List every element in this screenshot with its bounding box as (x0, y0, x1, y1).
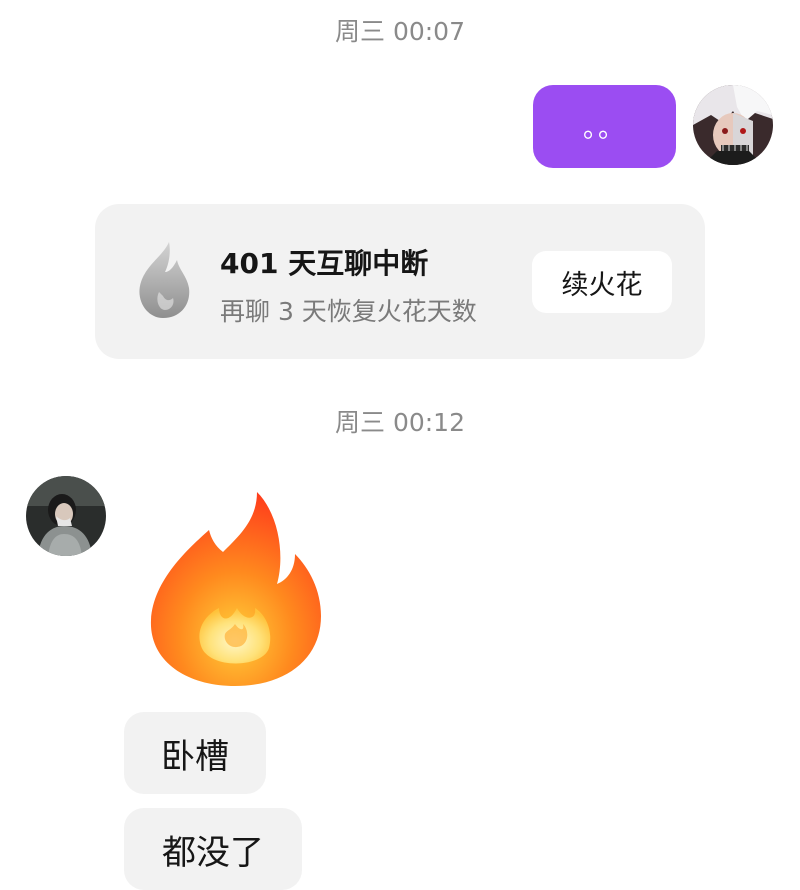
timestamp: 周三 00:12 (335, 408, 465, 437)
fire-emoji-sticker[interactable] (145, 490, 325, 690)
timestamp: 周三 00:07 (335, 17, 465, 46)
continue-spark-button[interactable]: 续火花 (532, 251, 672, 313)
spark-status-card: 401 天互聊中断 再聊 3 天恢复火花天数 续火花 (95, 204, 705, 359)
peer-avatar[interactable] (26, 476, 106, 556)
gray-flame-icon (133, 242, 193, 320)
spark-card-subtitle: 再聊 3 天恢复火花天数 (220, 297, 477, 326)
self-message-bubble[interactable]: 。。 (533, 85, 676, 168)
self-avatar[interactable] (693, 85, 773, 165)
peer-message-bubble[interactable]: 都没了 (124, 808, 302, 890)
spark-card-title: 401 天互聊中断 (220, 247, 429, 280)
peer-message-bubble[interactable]: 卧槽 (124, 712, 266, 794)
